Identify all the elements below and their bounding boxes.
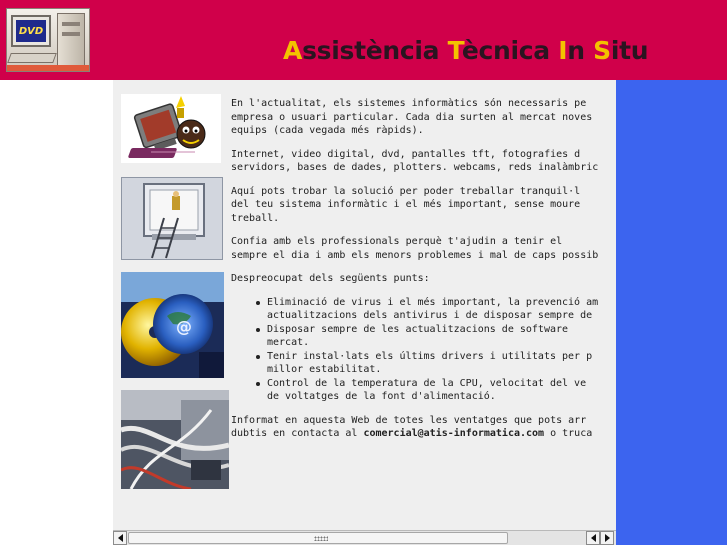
contact-email-link[interactable]: comercial@atis-informatica.com [363,428,544,439]
paragraph-solution: Aquí pots trobar la solució per poder tr… [231,185,581,224]
content-panel: @ En l'actualitat, els sistemes informàt… [113,80,616,530]
scroll-left-button-2[interactable] [586,531,600,545]
arrow-left-icon [590,534,596,542]
list-item: Tenir instal·lats els últims drivers i u… [253,350,616,377]
header-banner: DVD Assistència Tècnica In Situ [0,0,727,80]
paragraph-intro: En l'actualitat, els sistemes informàtic… [231,98,593,136]
paragraph-trust: Confia amb els professionals perquè t'aj… [231,236,599,261]
cartoon-computer-image [121,94,221,163]
list-item: Disposar sempre de les actualitzacions d… [253,323,616,350]
svg-text:@: @ [176,317,192,336]
list-item: Eliminació de virus i el més important, … [253,296,616,323]
globe-cd-image: @ [121,272,224,378]
list-intro: Despreocupat dels següents punts: [231,273,430,284]
services-list: Eliminació de virus i el més important, … [231,296,616,404]
paragraph-technologies: Internet, video digital, dvd, pantalles … [231,148,599,174]
cables-hardware-image [121,390,229,489]
dvd-computer-logo: DVD [6,8,90,72]
paragraph-closing: Informat en aquesta Web de totes les ven… [231,414,593,440]
arrow-right-icon [604,534,610,542]
arrow-left-icon [117,534,123,542]
scroll-right-button[interactable] [600,531,614,545]
site-title: Assistència Tècnica In Situ [283,36,649,65]
logo-screen-text: DVD [16,20,46,42]
horizontal-scrollbar[interactable] [113,530,616,545]
list-item: Control de la temperatura de la CPU, vel… [253,377,616,404]
scroll-left-button[interactable] [113,531,127,545]
ladder-monitor-image [121,177,223,260]
scrollbar-thumb[interactable] [128,532,508,544]
main-text: En l'actualitat, els sistemes informàtic… [231,97,616,451]
right-blue-bar [616,80,727,545]
